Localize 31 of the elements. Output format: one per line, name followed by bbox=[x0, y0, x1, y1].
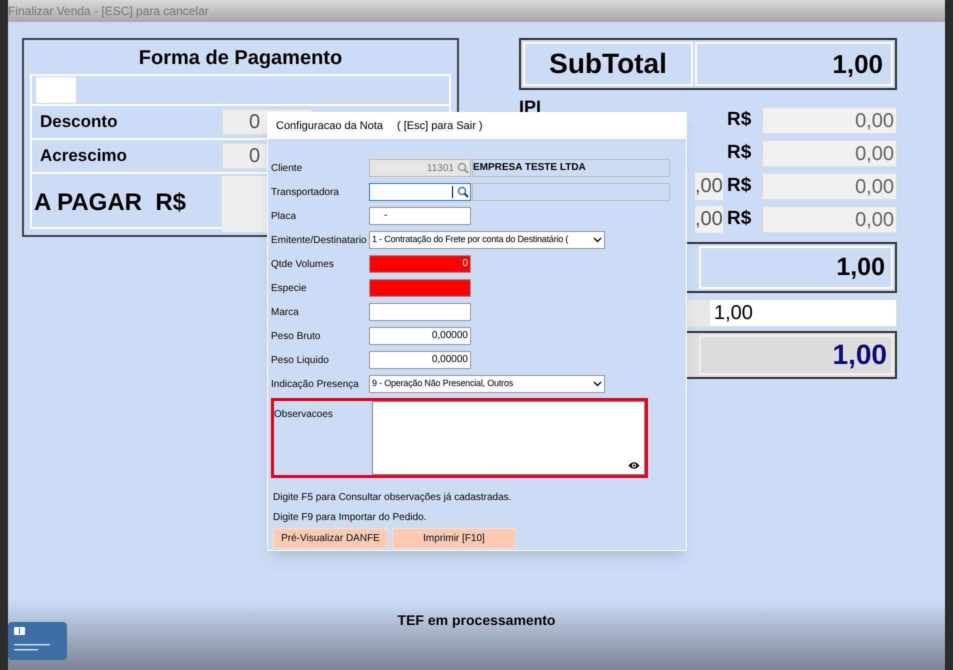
window-title: Finalizar Venda - [ESC] para cancelar bbox=[8, 3, 209, 20]
dialog-title: Configuracao da Nota bbox=[276, 118, 384, 134]
field-label: Observacoes bbox=[274, 408, 334, 422]
field-label: Cliente bbox=[271, 162, 304, 176]
field-label: Transportadora bbox=[271, 186, 340, 200]
field-label: Peso Liquido bbox=[271, 354, 330, 368]
dialog-hint: ( [Esc] para Sair ) bbox=[397, 118, 483, 134]
field-label: Emitente/Destinatario bbox=[271, 234, 368, 248]
subtotal-label: SubTotal bbox=[523, 42, 693, 86]
currency-label: R$ bbox=[727, 207, 752, 232]
currency-label: R$ bbox=[727, 108, 752, 132]
field-label: Especie bbox=[271, 282, 308, 296]
currency-label: R$ bbox=[727, 141, 752, 166]
total-value: 1,00 bbox=[699, 246, 893, 289]
received-value: 1,00 bbox=[710, 300, 896, 326]
status-text: TEF em processamento bbox=[398, 611, 556, 630]
field-label: Peso Bruto bbox=[271, 330, 322, 344]
panel-title: Forma de Pagamento bbox=[138, 46, 344, 70]
field-label: Marca bbox=[271, 306, 300, 320]
currency-label: R$ bbox=[727, 174, 752, 198]
total-label: A PAGAR R$ bbox=[34, 188, 188, 218]
hint-text: Digite F5 para Consultar observações já cadastradas. bbox=[273, 491, 512, 505]
field-label: Desconto bbox=[40, 111, 118, 134]
field-label: Qtde Volumes bbox=[271, 258, 335, 272]
field-label: Acrescimo bbox=[40, 145, 128, 168]
due-value: 1,00 bbox=[699, 335, 893, 375]
subtotal-value: 1,00 bbox=[695, 42, 893, 86]
field-label: Placa bbox=[271, 210, 298, 224]
field-label: Indicação Presença bbox=[271, 378, 360, 392]
name-field: EMPRESA TESTE LTDA bbox=[472, 159, 670, 177]
hint-text: Digite F9 para Importar do Pedido. bbox=[273, 511, 428, 525]
